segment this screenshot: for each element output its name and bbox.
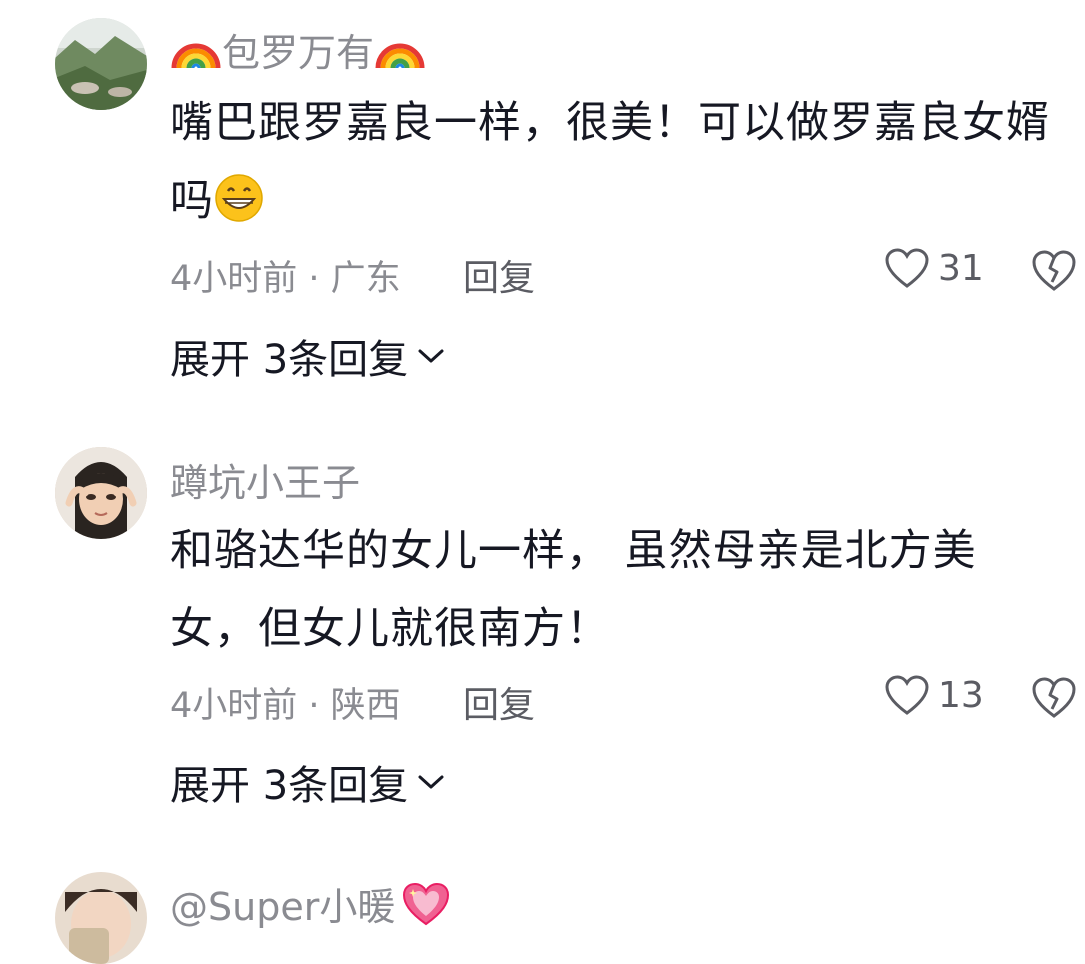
username[interactable]: 蹲坑小王子 [170, 452, 360, 507]
heart-icon [885, 675, 929, 715]
broken-heart-icon[interactable] [1030, 675, 1078, 719]
expand-replies[interactable]: 展开 3条回复 [170, 753, 446, 811]
avatar[interactable] [55, 872, 147, 964]
time-location: 4小时前 · 广东 [170, 259, 401, 299]
like-count: 13 [938, 674, 984, 716]
username-text: @Super小暖 [170, 885, 396, 929]
chevron-down-icon [418, 775, 444, 789]
broken-heart-icon[interactable] [1030, 248, 1078, 292]
rainbow-icon [171, 43, 221, 68]
username[interactable]: @Super小暖 [170, 876, 451, 931]
expand-label: 展开 3条回复 [170, 337, 409, 383]
chevron-down-icon [418, 349, 444, 363]
time-location: 4小时前 · 陕西 [170, 686, 401, 726]
username[interactable]: 包罗万有 [170, 22, 426, 77]
username-text: 包罗万有 [222, 31, 375, 75]
avatar[interactable] [55, 447, 147, 539]
sparkling-heart-icon [403, 882, 450, 925]
expand-label: 展开 3条回复 [170, 763, 409, 809]
comment-body: 嘴巴跟罗嘉良一样，很美！可以做罗嘉良女婿吗 [170, 98, 1050, 226]
comment-text: 嘴巴跟罗嘉良一样，很美！可以做罗嘉良女婿吗 [170, 84, 1050, 240]
reply-button[interactable]: 回复 [463, 249, 535, 301]
avatar[interactable] [55, 18, 147, 110]
comment-body: 和骆达华的女儿一样， 虽然母亲是北方美女，但女儿就很南方！ [170, 526, 977, 654]
comment-text: 和骆达华的女儿一样， 虽然母亲是北方美女，但女儿就很南方！ [170, 512, 1050, 668]
expand-replies[interactable]: 展开 3条回复 [170, 327, 446, 385]
reply-button[interactable]: 回复 [463, 676, 535, 728]
username-text: 蹲坑小王子 [170, 461, 361, 505]
like-button[interactable]: 13 [884, 674, 984, 716]
like-button[interactable]: 31 [884, 247, 984, 289]
like-count: 31 [938, 247, 984, 289]
heart-icon [885, 248, 929, 288]
grinning-face-icon [215, 174, 263, 222]
rainbow-icon [375, 43, 425, 68]
